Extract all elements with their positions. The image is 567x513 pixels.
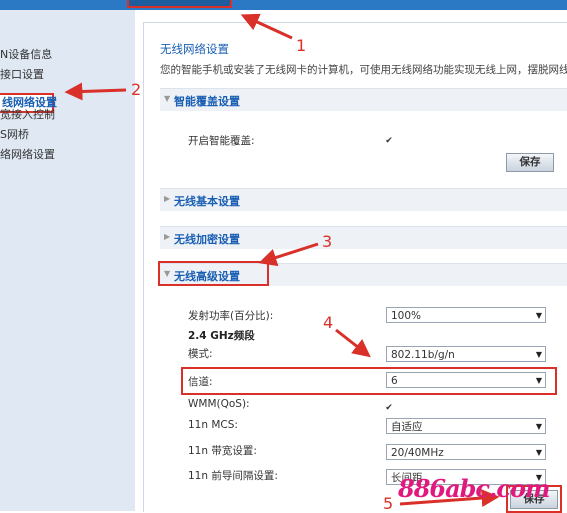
mcs-label: 11n MCS: (188, 419, 238, 431)
mode-value: 802.11b/g/n (391, 349, 455, 361)
sidebar-item-bridge[interactable]: S网桥 (0, 127, 29, 143)
bandwidth-select[interactable]: 20/40MHz ▼ (386, 444, 546, 460)
chevron-down-icon: ▼ (535, 448, 542, 457)
mcs-select[interactable]: 自适应 ▼ (386, 418, 546, 434)
annotation-number-2: 2 (131, 80, 142, 99)
section-smart-coverage[interactable]: ▼ 智能覆盖设置 (160, 88, 567, 111)
section-label: 智能覆盖设置 (174, 95, 240, 108)
smart-coverage-save-button[interactable]: 保存 (506, 153, 554, 172)
watermark: 886abc.com (398, 474, 550, 503)
sidebar-item-device-info[interactable]: N设备信息 (0, 47, 52, 63)
bandwidth-label: 11n 带宽设置: (188, 445, 257, 457)
annotation-number-1: 1 (296, 36, 307, 55)
annotation-number-3: 3 (322, 232, 333, 251)
annotation-number-4: 4 (323, 313, 334, 332)
annotation-number-5: 5 (383, 494, 394, 513)
section-basic[interactable]: ▶ 无线基本设置 (160, 188, 567, 211)
mcs-value: 自适应 (391, 421, 423, 433)
smart-coverage-label: 开启智能覆盖: (188, 135, 255, 147)
collapse-arrow-icon: ▼ (164, 94, 171, 103)
sidebar-item-access-control[interactable]: 宽接入控制 (0, 107, 55, 123)
page-description: 您的智能手机或安装了无线网卡的计算机，可使用无线网络功能实现无线上网，摆脱网线 (160, 64, 567, 76)
annotation-highlight-channel (181, 367, 557, 395)
chevron-down-icon: ▼ (535, 311, 542, 320)
tx-power-label: 发射功率(百分比): (188, 310, 274, 322)
smart-coverage-checkbox[interactable]: ✔ (384, 136, 394, 146)
top-nav-tab-active[interactable] (127, 0, 232, 8)
expand-arrow-icon: ▶ (164, 194, 171, 203)
expand-arrow-icon: ▶ (164, 232, 171, 241)
chevron-down-icon: ▼ (535, 422, 542, 431)
section-security[interactable]: ▶ 无线加密设置 (160, 226, 567, 249)
band-label: 2.4 GHz频段 (188, 330, 255, 342)
tx-power-value: 100% (391, 310, 422, 322)
mode-select[interactable]: 802.11b/g/n ▼ (386, 346, 546, 362)
tx-power-select[interactable]: 100% ▼ (386, 307, 546, 323)
page-title: 无线网络设置 (160, 42, 229, 56)
sidebar-item-interface[interactable]: 接口设置 (0, 67, 44, 83)
wmm-checkbox[interactable]: ✔ (384, 403, 394, 413)
guard-interval-label: 11n 前导间隔设置: (188, 470, 278, 482)
bandwidth-value: 20/40MHz (391, 447, 444, 459)
sidebar-item-network[interactable]: 络网络设置 (0, 147, 55, 163)
top-nav-bar (0, 0, 567, 10)
mode-label: 模式: (188, 348, 213, 360)
annotation-highlight-advanced (158, 261, 269, 286)
wmm-label: WMM(QoS): (188, 398, 250, 410)
section-label: 无线基本设置 (174, 195, 240, 208)
section-label: 无线加密设置 (174, 233, 240, 246)
sidebar: N设备信息 接口设置 线网络设置 宽接入控制 S网桥 络网络设置 (0, 10, 135, 511)
chevron-down-icon: ▼ (535, 350, 542, 359)
